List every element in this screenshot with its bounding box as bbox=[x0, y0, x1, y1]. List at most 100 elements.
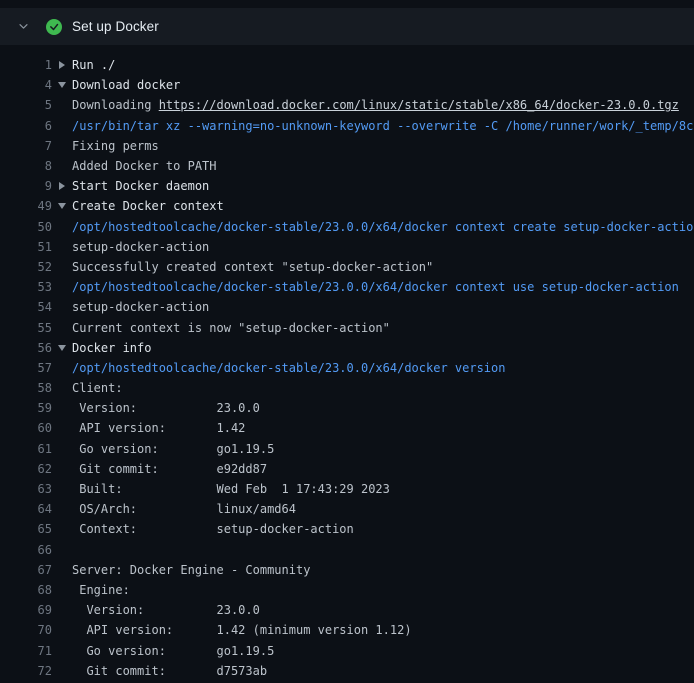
log-command-text: /opt/hostedtoolcache/docker-stable/23.0.… bbox=[72, 280, 679, 294]
log-plain-text: Git commit: e92dd87 bbox=[72, 462, 267, 476]
group-expanded-arrow-icon[interactable] bbox=[52, 82, 72, 88]
log-plain-text: setup-docker-action bbox=[72, 300, 209, 314]
line-number[interactable]: 69 bbox=[0, 603, 52, 617]
group-expanded-arrow-icon[interactable] bbox=[52, 203, 72, 209]
line-number[interactable]: 72 bbox=[0, 664, 52, 678]
log-text: Version: 23.0.0 bbox=[72, 401, 260, 415]
log-text: /opt/hostedtoolcache/docker-stable/23.0.… bbox=[72, 361, 505, 375]
log-text: Added Docker to PATH bbox=[72, 159, 217, 173]
log-text: Current context is now "setup-docker-act… bbox=[72, 321, 390, 335]
log-text: /opt/hostedtoolcache/docker-stable/23.0.… bbox=[72, 220, 694, 234]
line-number[interactable]: 64 bbox=[0, 502, 52, 516]
log-text: Version: 23.0.0 bbox=[72, 603, 260, 617]
line-number[interactable]: 63 bbox=[0, 482, 52, 496]
log-plain-text: API version: 1.42 bbox=[72, 421, 245, 435]
log-line: 52 Successfully created context "setup-do… bbox=[0, 257, 694, 277]
line-number[interactable]: 54 bbox=[0, 300, 52, 314]
line-number[interactable]: 52 bbox=[0, 260, 52, 274]
line-number[interactable]: 4 bbox=[0, 78, 52, 92]
log-plain-text: Download docker bbox=[72, 78, 180, 92]
log-line: 62 Git commit: e92dd87 bbox=[0, 459, 694, 479]
log-line: 8 Added Docker to PATH bbox=[0, 156, 694, 176]
line-number[interactable]: 49 bbox=[0, 199, 52, 213]
log-text: /usr/bin/tar xz --warning=no-unknown-key… bbox=[72, 119, 694, 133]
group-collapsed-arrow-icon[interactable] bbox=[52, 182, 72, 190]
log-plain-text: Fixing perms bbox=[72, 139, 159, 153]
log-text: setup-docker-action bbox=[72, 240, 209, 254]
log-plain-text: OS/Arch: linux/amd64 bbox=[72, 502, 296, 516]
line-number[interactable]: 50 bbox=[0, 220, 52, 234]
log-text: Fixing perms bbox=[72, 139, 159, 153]
line-number[interactable]: 61 bbox=[0, 442, 52, 456]
line-number[interactable]: 57 bbox=[0, 361, 52, 375]
log-text: /opt/hostedtoolcache/docker-stable/23.0.… bbox=[72, 280, 679, 294]
line-number[interactable]: 67 bbox=[0, 563, 52, 577]
actions-log-panel: Set up Docker 1 Run ./ 4 Download docker 5 Do… bbox=[0, 0, 694, 683]
check-circle-success-icon bbox=[46, 19, 62, 35]
log-command-text: /opt/hostedtoolcache/docker-stable/23.0.… bbox=[72, 361, 505, 375]
line-number[interactable]: 62 bbox=[0, 462, 52, 476]
chevron-down-icon[interactable] bbox=[16, 20, 30, 34]
line-number[interactable]: 53 bbox=[0, 280, 52, 294]
log-line: 58Client: bbox=[0, 378, 694, 398]
log-line: 56 Docker info bbox=[0, 338, 694, 358]
log-plain-text: Docker info bbox=[72, 341, 151, 355]
log-line: 49 Create Docker context bbox=[0, 196, 694, 216]
log-line: 1 Run ./ bbox=[0, 55, 694, 75]
log-text: API version: 1.42 bbox=[72, 421, 245, 435]
log-plain-text: Go version: go1.19.5 bbox=[72, 644, 274, 658]
line-number[interactable]: 7 bbox=[0, 139, 52, 153]
log-line: 5 Downloading https://download.docker.com… bbox=[0, 95, 694, 115]
line-number[interactable]: 70 bbox=[0, 623, 52, 637]
log-link[interactable]: https://download.docker.com/linux/static… bbox=[159, 98, 679, 112]
log-group-title[interactable]: Start Docker daemon bbox=[72, 179, 209, 193]
log-line: 69 Version: 23.0.0 bbox=[0, 600, 694, 620]
log-text: Successfully created context "setup-dock… bbox=[72, 260, 433, 274]
log-line: 4 Download docker bbox=[0, 75, 694, 95]
log-plain-text: Version: 23.0.0 bbox=[72, 603, 260, 617]
line-number[interactable]: 59 bbox=[0, 401, 52, 415]
log-group-title[interactable]: Docker info bbox=[72, 341, 151, 355]
line-number[interactable]: 5 bbox=[0, 98, 52, 112]
log-text: Git commit: d7573ab bbox=[72, 664, 267, 678]
line-number[interactable]: 51 bbox=[0, 240, 52, 254]
log-text: Git commit: e92dd87 bbox=[72, 462, 267, 476]
log-line: 66 bbox=[0, 540, 694, 560]
log-plain-text: Downloading bbox=[72, 98, 159, 112]
group-collapsed-arrow-icon[interactable] bbox=[52, 61, 72, 69]
log-line: 70 API version: 1.42 (minimum version 1.… bbox=[0, 620, 694, 640]
group-expanded-arrow-icon[interactable] bbox=[52, 345, 72, 351]
line-number[interactable]: 60 bbox=[0, 421, 52, 435]
log-plain-text: Git commit: d7573ab bbox=[72, 664, 267, 678]
log-group-title[interactable]: Download docker bbox=[72, 78, 180, 92]
line-number[interactable]: 58 bbox=[0, 381, 52, 395]
line-number[interactable]: 8 bbox=[0, 159, 52, 173]
line-number[interactable]: 68 bbox=[0, 583, 52, 597]
log-command-text: /usr/bin/tar xz --warning=no-unknown-key… bbox=[72, 119, 694, 133]
line-number[interactable]: 55 bbox=[0, 321, 52, 335]
line-number[interactable]: 65 bbox=[0, 522, 52, 536]
line-number[interactable]: 9 bbox=[0, 179, 52, 193]
log-line: 9 Start Docker daemon bbox=[0, 176, 694, 196]
log-plain-text: Context: setup-docker-action bbox=[72, 522, 354, 536]
log-line: 60 API version: 1.42 bbox=[0, 418, 694, 438]
line-number[interactable]: 1 bbox=[0, 58, 52, 72]
log-line: 68 Engine: bbox=[0, 580, 694, 600]
log-group-title[interactable]: Run ./ bbox=[72, 58, 115, 72]
log-text: setup-docker-action bbox=[72, 300, 209, 314]
log-text: API version: 1.42 (minimum version 1.12) bbox=[72, 623, 412, 637]
line-number[interactable]: 6 bbox=[0, 119, 52, 133]
log-line: 57/opt/hostedtoolcache/docker-stable/23.… bbox=[0, 358, 694, 378]
log-plain-text: Run ./ bbox=[72, 58, 115, 72]
line-number[interactable]: 56 bbox=[0, 341, 52, 355]
log-line: 55 Current context is now "setup-docker-a… bbox=[0, 317, 694, 337]
line-number[interactable]: 71 bbox=[0, 644, 52, 658]
log-line: 50/opt/hostedtoolcache/docker-stable/23.… bbox=[0, 217, 694, 237]
log-group-title[interactable]: Create Docker context bbox=[72, 199, 224, 213]
log-plain-text: Engine: bbox=[72, 583, 130, 597]
log-line: 63 Built: Wed Feb 1 17:43:29 2023 bbox=[0, 479, 694, 499]
line-number[interactable]: 66 bbox=[0, 543, 52, 557]
log-plain-text: Version: 23.0.0 bbox=[72, 401, 260, 415]
step-header[interactable]: Set up Docker bbox=[0, 8, 694, 45]
log-plain-text: Current context is now "setup-docker-act… bbox=[72, 321, 390, 335]
